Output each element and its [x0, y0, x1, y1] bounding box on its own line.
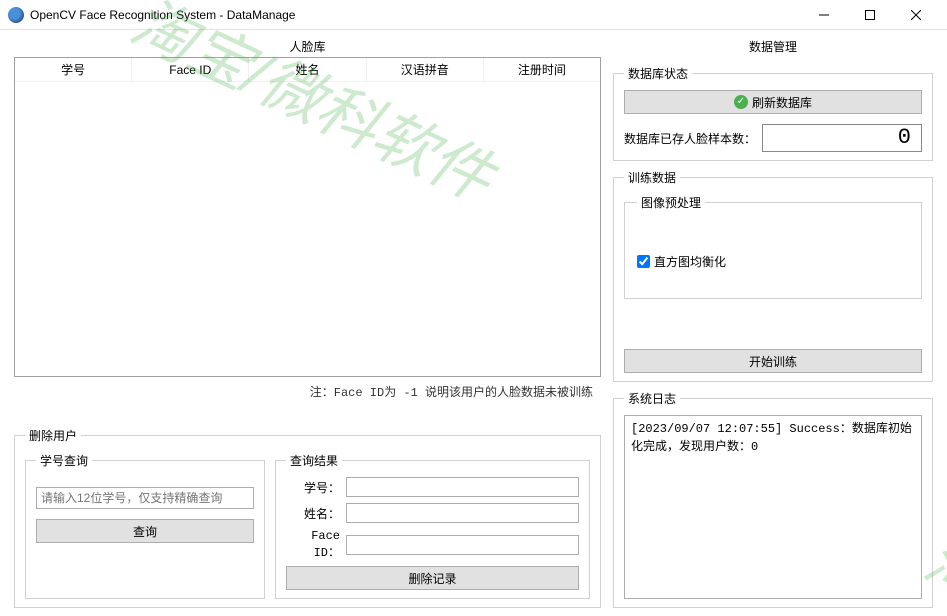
refresh-db-button[interactable]: ✓ 刷新数据库 [624, 90, 922, 114]
col-sid[interactable]: 学号 [15, 58, 132, 81]
result-faceid-field[interactable] [346, 535, 579, 555]
result-name-field[interactable] [346, 503, 579, 523]
delete-user-title: 删除用户 [25, 427, 81, 444]
close-button[interactable] [893, 0, 939, 30]
sid-query-title: 学号查询 [36, 452, 92, 469]
syslog-title: 系统日志 [624, 390, 680, 407]
query-result-group: 查询结果 学号： 姓名： Face ID： 删 [275, 452, 590, 599]
sid-query-group: 学号查询 查询 [25, 452, 265, 599]
result-sid-field[interactable] [346, 477, 579, 497]
train-data-group: 训练数据 图像预处理 直方图均衡化 开始训练 [613, 169, 933, 382]
sample-count-label: 数据库已存人脸样本数： [624, 130, 756, 147]
hist-eq-checkbox[interactable] [637, 255, 650, 268]
data-manage-title: 数据管理 [613, 38, 933, 57]
result-sid-label: 学号： [286, 479, 346, 496]
col-name[interactable]: 姓名 [249, 58, 366, 81]
titlebar: OpenCV Face Recognition System - DataMan… [0, 0, 947, 30]
col-pinyin[interactable]: 汉语拼音 [367, 58, 484, 81]
preprocess-group: 图像预处理 直方图均衡化 [624, 194, 922, 299]
query-button[interactable]: 查询 [36, 519, 254, 543]
window-controls [801, 0, 939, 30]
delete-user-group: 删除用户 学号查询 查询 查询结果 学号： 姓名： [14, 427, 601, 608]
syslog-group: 系统日志 [2023/09/07 12:07:55] Success：数据库初始… [613, 390, 933, 608]
train-data-title: 训练数据 [624, 169, 680, 186]
faceid-note: 注：Face ID为 -1 说明该用户的人脸数据未被训练 [14, 377, 601, 408]
face-library-group: 人脸库 学号 Face ID 姓名 汉语拼音 注册时间 注：Face ID为 -… [14, 38, 601, 425]
col-faceid[interactable]: Face ID [132, 58, 249, 81]
minimize-button[interactable] [801, 0, 847, 30]
app-icon [8, 7, 24, 23]
maximize-button[interactable] [847, 0, 893, 30]
query-result-title: 查询结果 [286, 452, 342, 469]
face-library-title: 人脸库 [14, 38, 601, 57]
result-faceid-label: Face ID： [286, 529, 346, 560]
db-status-title: 数据库状态 [624, 65, 692, 82]
sample-count-display: 0 [762, 124, 922, 152]
refresh-db-label: 刷新数据库 [752, 94, 812, 111]
sid-input[interactable] [36, 487, 254, 509]
syslog-box[interactable]: [2023/09/07 12:07:55] Success：数据库初始化完成，发… [624, 415, 922, 599]
check-icon: ✓ [734, 95, 748, 109]
hist-eq-label: 直方图均衡化 [654, 253, 726, 270]
preprocess-title: 图像预处理 [637, 194, 705, 211]
result-name-label: 姓名： [286, 505, 346, 522]
window-title: OpenCV Face Recognition System - DataMan… [30, 8, 801, 22]
delete-record-button[interactable]: 删除记录 [286, 566, 579, 590]
db-status-group: 数据库状态 ✓ 刷新数据库 数据库已存人脸样本数： 0 [613, 65, 933, 161]
face-table[interactable]: 学号 Face ID 姓名 汉语拼音 注册时间 [14, 57, 601, 377]
start-train-button[interactable]: 开始训练 [624, 349, 922, 373]
col-regtime[interactable]: 注册时间 [484, 58, 600, 81]
table-header: 学号 Face ID 姓名 汉语拼音 注册时间 [15, 58, 600, 82]
